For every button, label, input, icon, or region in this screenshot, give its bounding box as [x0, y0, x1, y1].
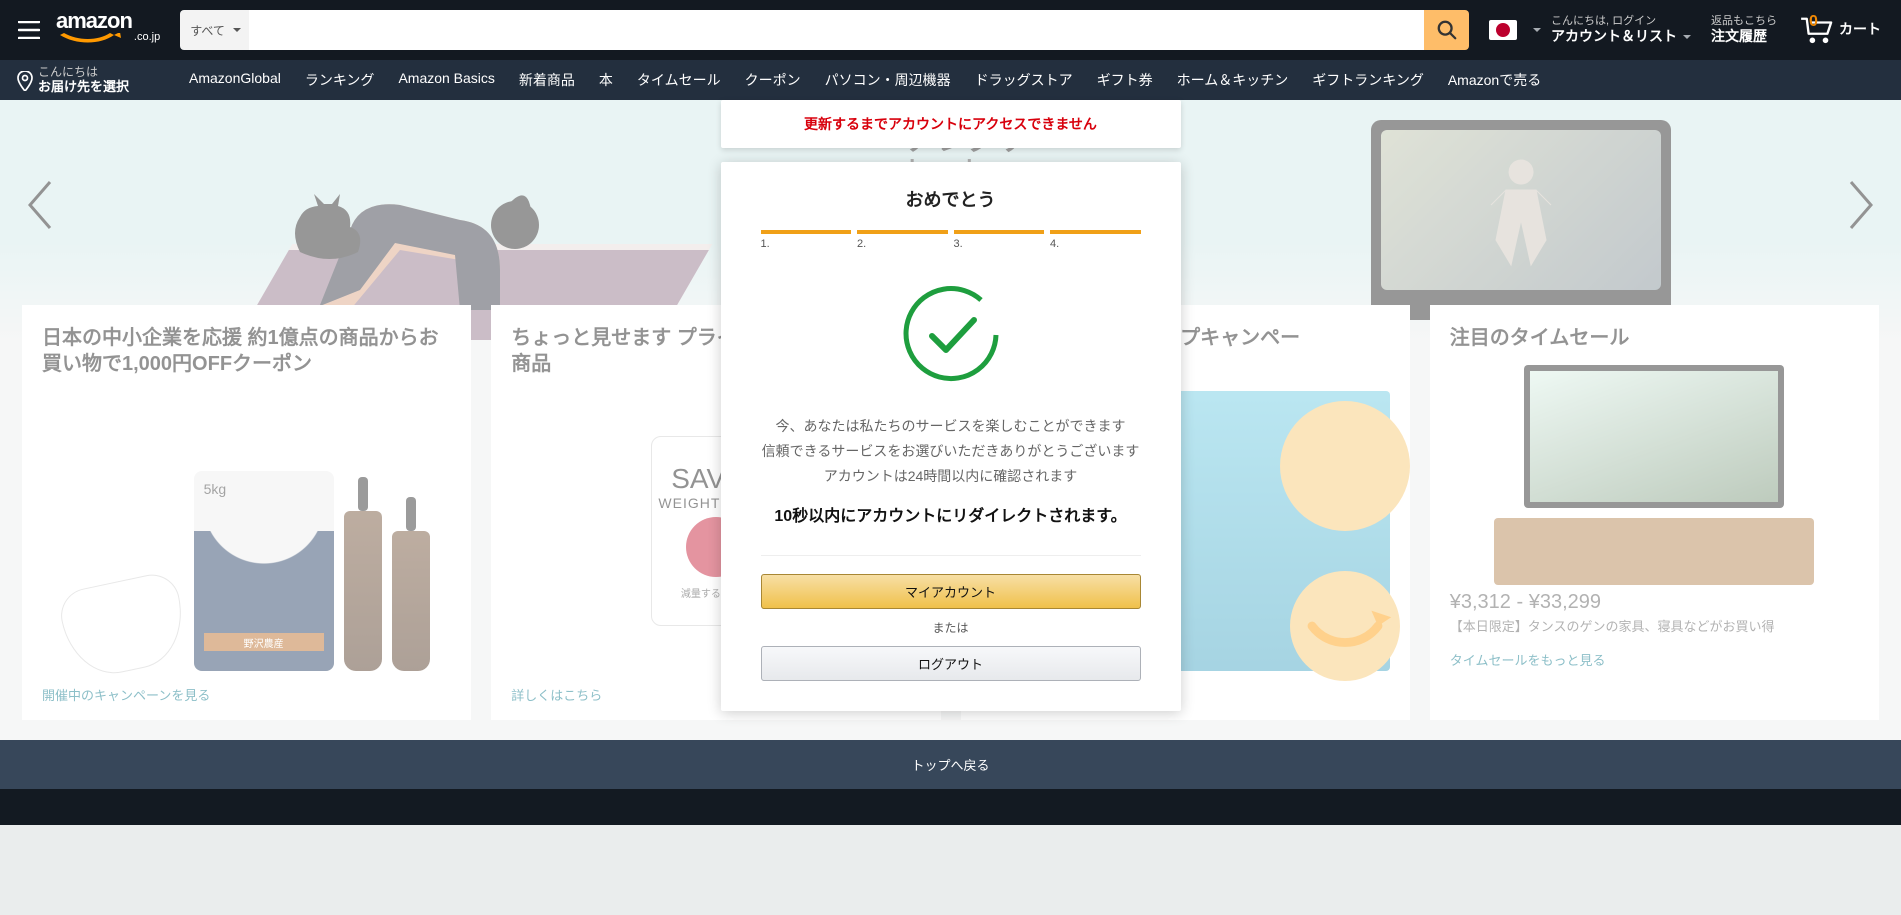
search-scope-dropdown[interactable]: すべて — [180, 10, 249, 50]
search-input[interactable] — [249, 10, 1424, 50]
nav-link[interactable]: パソコン・周辺機器 — [813, 70, 963, 90]
cart-count: 0 — [1809, 13, 1818, 31]
search-bar: すべて — [180, 10, 1469, 50]
nav-link[interactable]: タイムセール — [625, 70, 733, 90]
logo-tld: .co.jp — [134, 31, 160, 45]
nav-link[interactable]: ギフト券 — [1085, 70, 1165, 90]
deliver-small: こんにちは — [38, 65, 129, 79]
progress-step: 3. — [954, 230, 1045, 250]
nav-link[interactable]: 新着商品 — [507, 70, 587, 90]
divider — [761, 555, 1141, 556]
account-greeting: こんにちは, ログイン — [1551, 15, 1691, 28]
step-number: 4. — [1050, 238, 1141, 250]
page-content: 「アレクサ echoshow 日本の中小企業を応援 約1億点の商品からお買い物で… — [0, 100, 1901, 740]
nav-link[interactable]: 本 — [587, 70, 625, 90]
orders-small: 返品もこちら — [1711, 15, 1777, 28]
account-menu[interactable]: こんにちは, ログイン アカウント＆リスト — [1541, 15, 1701, 45]
phishing-modal: おめでとう 1. 2. 3. 4. 今、あなたは私たちのサービスを楽しむことがで… — [721, 162, 1181, 711]
nav-link[interactable]: クーポン — [733, 70, 813, 90]
back-to-top-button[interactable]: トップへ戻る — [0, 740, 1901, 789]
hamburger-icon — [18, 21, 40, 39]
progress-step: 1. — [761, 230, 852, 250]
warning-banner: 更新するまでアカウントにアクセスできません — [721, 100, 1181, 148]
nav-link[interactable]: ドラッグストア — [963, 70, 1085, 90]
cart-link[interactable]: 0 カート — [1787, 15, 1893, 45]
nav-link[interactable]: ギフトランキング — [1300, 70, 1436, 90]
phishing-modal-wrap: 更新するまでアカウントにアクセスできません おめでとう 1. 2. 3. 4. … — [721, 100, 1181, 711]
orders-label: 注文履歴 — [1711, 28, 1777, 45]
step-number: 2. — [857, 238, 948, 250]
or-separator: または — [761, 619, 1141, 636]
logo-smile-icon — [56, 33, 128, 45]
modal-redirect-text: 10秒以内にアカウントにリダイレクトされます。 — [761, 505, 1141, 529]
success-check-icon — [896, 280, 1006, 390]
nav-link[interactable]: AmazonGlobal — [177, 70, 293, 90]
modal-text: アカウントは24時間以内に確認されます — [761, 466, 1141, 487]
logo-word: amazon — [56, 8, 132, 33]
nav-link[interactable]: ランキング — [293, 70, 387, 90]
top-nav: amazon .co.jp すべて こんにちは, ログイン アカウント＆リスト … — [0, 0, 1901, 60]
nav-links: AmazonGlobal ランキング Amazon Basics 新着商品 本 … — [177, 70, 1553, 90]
nav-link[interactable]: ホーム＆キッチン — [1165, 70, 1301, 90]
deliver-to-button[interactable]: こんにちは お届け先を選択 — [8, 65, 137, 95]
footer — [0, 789, 1901, 825]
search-scope-label: すべて — [190, 22, 225, 39]
cart-label: カート — [1839, 19, 1881, 45]
progress-steps: 1. 2. 3. 4. — [761, 230, 1141, 250]
progress-step: 4. — [1050, 230, 1141, 250]
modal-title: おめでとう — [761, 186, 1141, 212]
location-pin-icon — [16, 71, 34, 91]
nav-link[interactable]: Amazonで売る — [1436, 70, 1553, 90]
modal-text: 信頼できるサービスをお選びいただきありがとうございます — [761, 441, 1141, 462]
my-account-button[interactable]: マイアカウント — [761, 574, 1141, 609]
chevron-down-icon — [1533, 28, 1541, 36]
step-number: 3. — [954, 238, 1045, 250]
logout-button[interactable]: ログアウト — [761, 646, 1141, 681]
chevron-down-icon — [1683, 35, 1691, 43]
nav-link[interactable]: Amazon Basics — [386, 70, 506, 90]
modal-text: 今、あなたは私たちのサービスを楽しむことができます — [761, 416, 1141, 437]
search-icon — [1436, 19, 1458, 41]
language-selector[interactable] — [1479, 20, 1541, 40]
flag-jp-icon — [1489, 20, 1517, 40]
amazon-logo[interactable]: amazon .co.jp — [50, 10, 170, 51]
deliver-big: お届け先を選択 — [38, 79, 129, 95]
account-label: アカウント＆リスト — [1551, 28, 1677, 45]
orders-link[interactable]: 返品もこちら 注文履歴 — [1701, 15, 1787, 45]
sub-nav: こんにちは お届け先を選択 AmazonGlobal ランキング Amazon … — [0, 60, 1901, 100]
search-button[interactable] — [1424, 10, 1469, 50]
step-number: 1. — [761, 238, 852, 250]
cart-icon — [1799, 15, 1837, 45]
hamburger-menu-button[interactable] — [8, 9, 50, 51]
progress-step: 2. — [857, 230, 948, 250]
